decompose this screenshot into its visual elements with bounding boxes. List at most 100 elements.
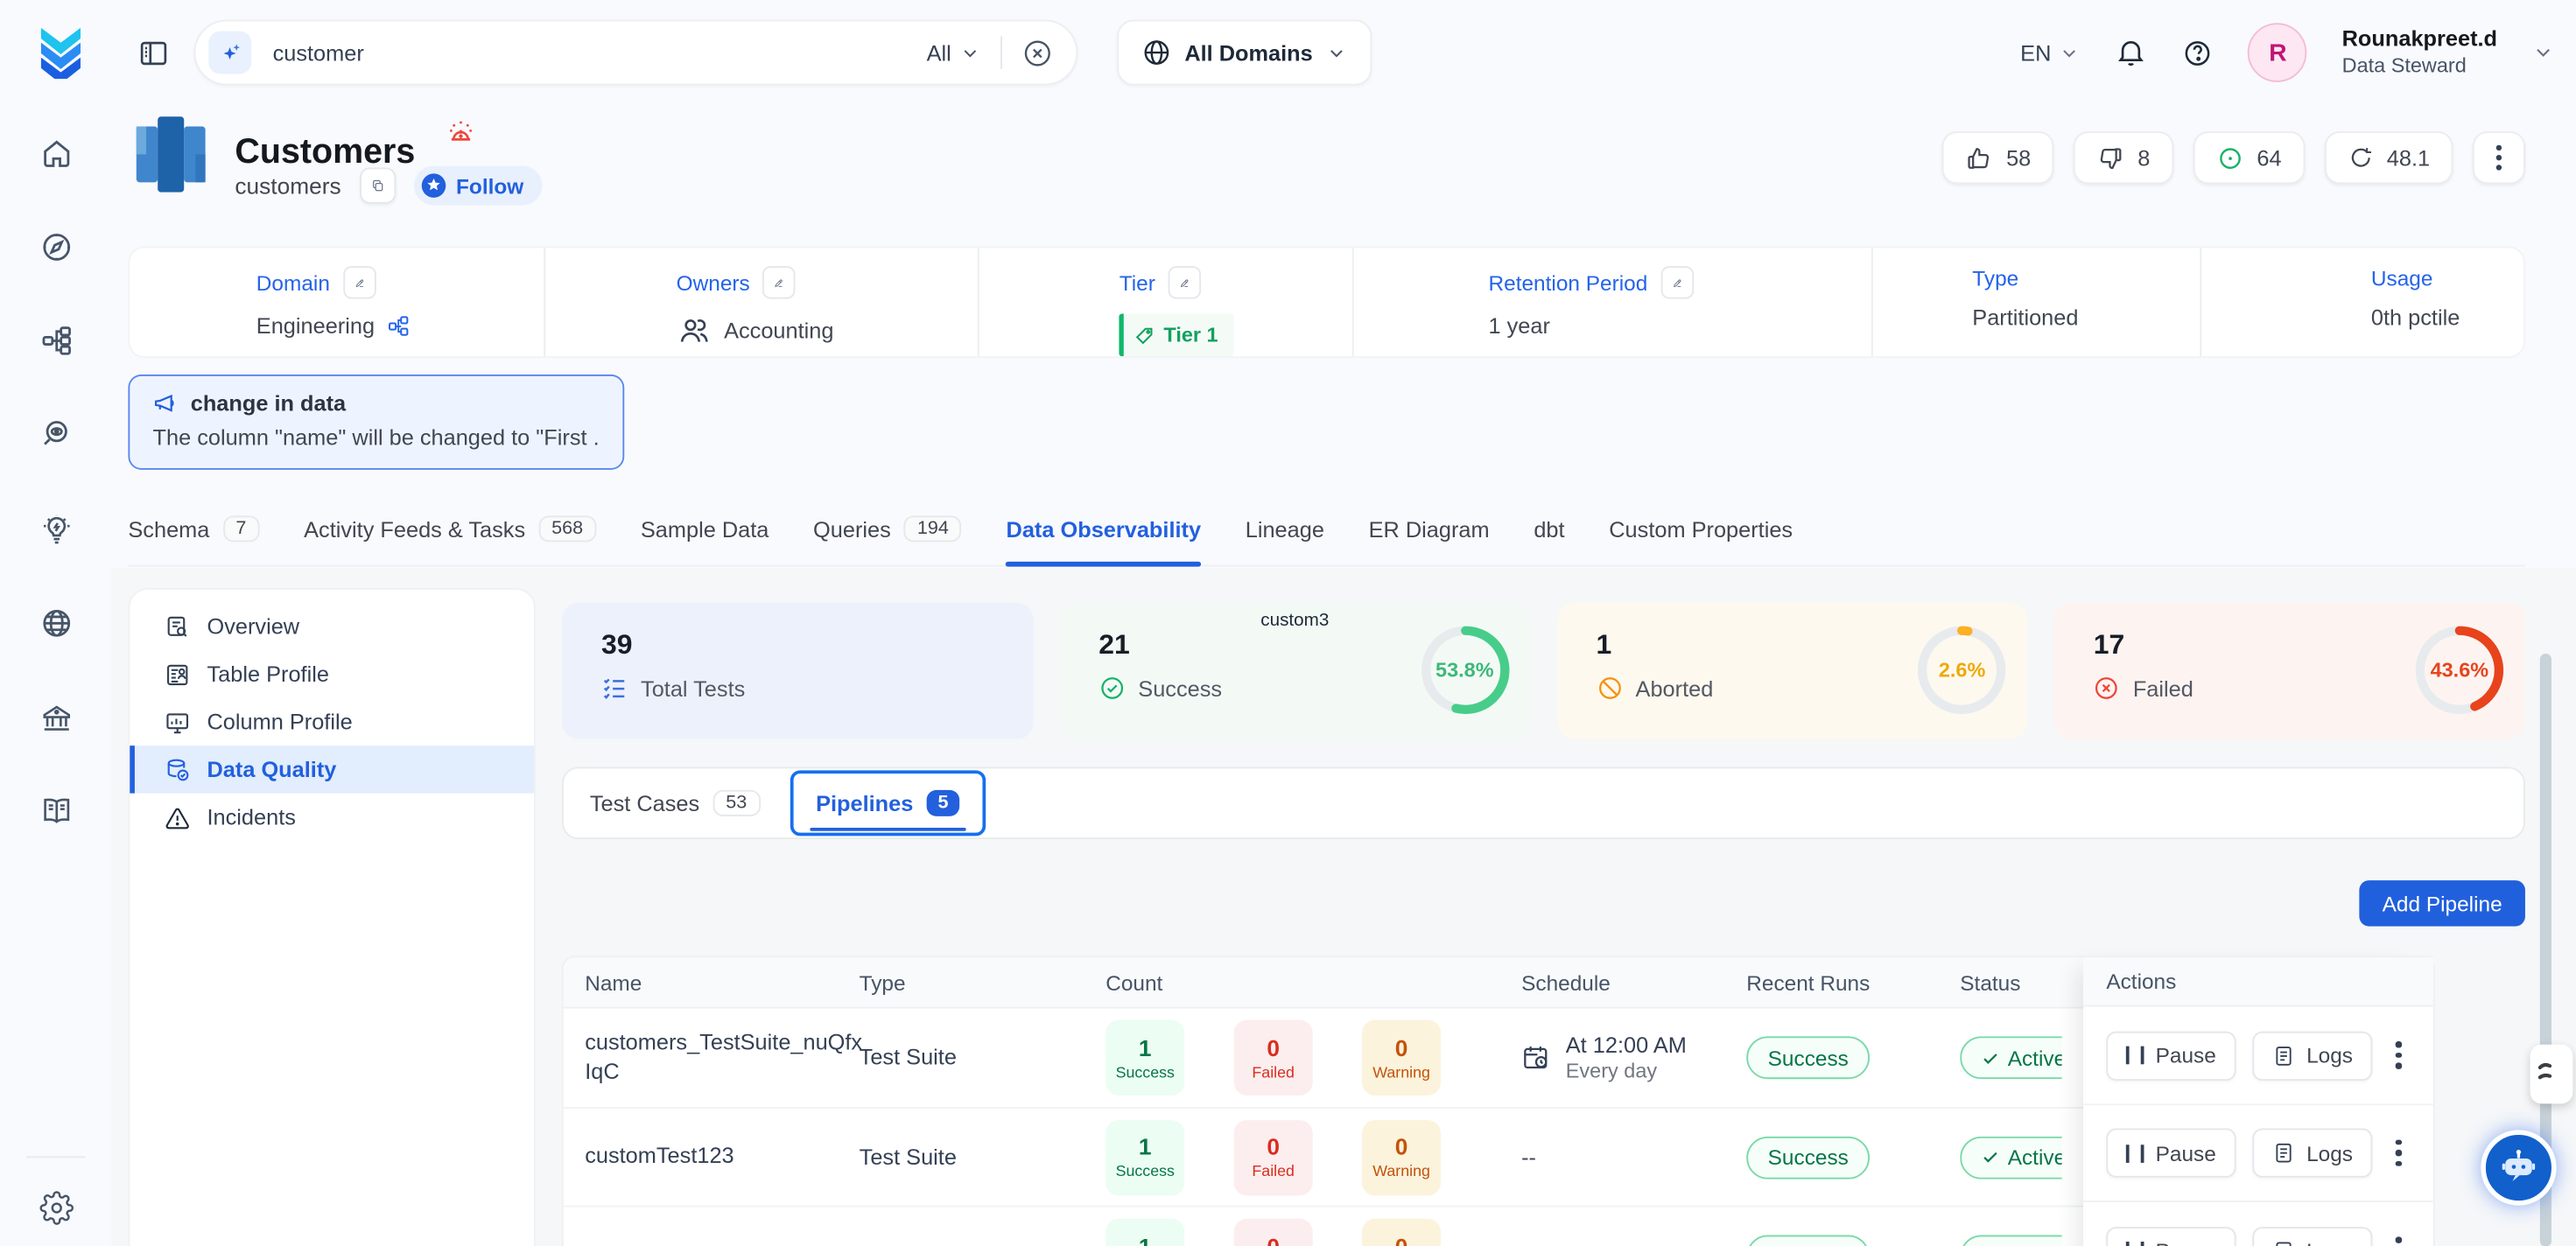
nav-domains[interactable]	[23, 590, 88, 655]
freshness-button[interactable]: 48.1	[2324, 131, 2453, 184]
upvote-button[interactable]: 58	[1942, 131, 2054, 184]
pipeline-name[interactable]: customTest123	[585, 1142, 867, 1172]
gear-icon	[39, 1190, 73, 1224]
pause-button[interactable]: Pause	[2106, 1128, 2236, 1177]
nav-glossary[interactable]	[23, 777, 88, 843]
domain-label: Domain	[256, 270, 330, 295]
tab-custom-properties[interactable]: Custom Properties	[1609, 493, 1793, 565]
thumbs-down-icon	[2096, 144, 2124, 172]
failed-donut: 43.6%	[2413, 624, 2505, 716]
panel-item-column-profile[interactable]: Column Profile	[130, 698, 534, 746]
logs-button[interactable]: Logs	[2252, 1226, 2372, 1246]
edit-retention-icon[interactable]	[1660, 266, 1694, 299]
logs-button[interactable]: Logs	[2252, 1128, 2372, 1177]
kebab-menu-icon	[2495, 144, 2502, 171]
col-header-count: Count	[1081, 970, 1516, 994]
nav-platform[interactable]	[23, 307, 88, 373]
recent-run-badge[interactable]: Success	[1746, 1036, 1870, 1079]
cursor-artifact	[2530, 1045, 2573, 1104]
nav-home[interactable]	[23, 120, 88, 186]
edit-tier-icon[interactable]	[1169, 266, 1202, 299]
openmetadata-logo-icon[interactable]	[33, 23, 89, 79]
domains-dropdown[interactable]: All Domains	[1117, 20, 1372, 86]
count-chips: 1Success 0Failed 0Warning	[1081, 1020, 1516, 1096]
chevron-down-icon[interactable]	[2531, 41, 2554, 64]
announcement-card[interactable]: change in data The column "name" will be…	[128, 374, 624, 470]
tab-er-diagram[interactable]: ER Diagram	[1369, 493, 1490, 565]
pipeline-type: Test Suite	[860, 1144, 957, 1168]
search-input[interactable]: customer	[273, 40, 364, 65]
follow-button[interactable]: Follow	[413, 166, 542, 206]
thumbs-up-icon	[1965, 144, 1993, 172]
actions-column: Actions Pause Logs Pause Logs Pause Logs	[2083, 956, 2433, 1246]
col-header-recent-runs: Recent Runs	[1746, 970, 1960, 994]
card-success: custom3 21 Success 53.8%	[1059, 603, 1530, 739]
rail-divider	[26, 1156, 86, 1158]
sitemap-icon	[39, 323, 73, 357]
top-right-cluster: EN R Rounakpreet.d Data Steward	[2020, 0, 2555, 105]
edit-domain-icon[interactable]	[343, 266, 376, 299]
more-options-button[interactable]	[2473, 131, 2525, 184]
card-aborted: 1 Aborted 2.6%	[1556, 603, 2027, 739]
panel-item-incidents[interactable]: Incidents	[130, 794, 534, 841]
tier-badge[interactable]: Tier 1	[1120, 314, 1235, 357]
nav-settings[interactable]	[23, 1174, 88, 1240]
nav-explore[interactable]	[23, 214, 88, 279]
help-icon[interactable]	[2183, 37, 2215, 68]
compass-icon	[39, 229, 73, 263]
user-info[interactable]: Rounakpreet.d Data Steward	[2342, 26, 2497, 79]
global-search-bar[interactable]: customer All	[193, 20, 1077, 86]
pipeline-name[interactable]: customers_TestSuite_nuQfxIqC	[585, 1028, 867, 1088]
pause-button[interactable]: Pause	[2106, 1226, 2236, 1246]
info-owners: Owners Accounting	[544, 248, 979, 356]
aborted-percent: 2.6%	[1916, 624, 2008, 716]
summary-cards: 39 Total Tests custom3 21 Success	[562, 603, 2525, 739]
recent-run-badge[interactable]: Success	[1746, 1236, 1870, 1246]
pause-icon	[2126, 1144, 2144, 1162]
row-kebab-menu[interactable]	[2389, 1035, 2408, 1075]
pipeline-name[interactable]: Business Tests	[585, 1242, 867, 1246]
x-circle-icon	[2094, 675, 2120, 701]
recent-run-badge[interactable]: Success	[1746, 1136, 1870, 1179]
search-scope-dropdown[interactable]: All	[927, 40, 981, 65]
downvote-button[interactable]: 8	[2074, 131, 2173, 184]
search-clear-icon[interactable]	[1021, 37, 1053, 68]
user-avatar[interactable]: R	[2249, 23, 2308, 82]
notifications-bell-icon[interactable]	[2116, 36, 2149, 69]
quality-score-button[interactable]: 64	[2193, 131, 2305, 184]
nav-insights[interactable]	[23, 496, 88, 562]
panel-item-overview[interactable]: Overview	[130, 603, 534, 650]
row-kebab-menu[interactable]	[2389, 1133, 2408, 1173]
status-badge: Active	[1960, 1136, 2061, 1179]
sidebar-toggle-icon[interactable]	[138, 38, 170, 69]
user-role: Data Steward	[2342, 52, 2497, 79]
chatbot-button[interactable]	[2481, 1130, 2556, 1205]
tab-queries[interactable]: Queries194	[813, 493, 962, 565]
panel-item-table-profile[interactable]: Table Profile	[130, 650, 534, 697]
tab-data-observability[interactable]: Data Observability	[1007, 493, 1202, 565]
doc-search-icon	[165, 613, 191, 640]
domain-value[interactable]: Engineering	[256, 314, 375, 339]
logs-button[interactable]: Logs	[2252, 1031, 2372, 1080]
pause-button[interactable]: Pause	[2106, 1031, 2236, 1080]
language-dropdown[interactable]: EN	[2020, 40, 2081, 65]
tab-sample-data[interactable]: Sample Data	[641, 493, 769, 565]
edit-owners-icon[interactable]	[763, 266, 797, 299]
row-kebab-menu[interactable]	[2389, 1230, 2408, 1246]
nav-observability[interactable]	[23, 401, 88, 466]
nav-govern[interactable]	[23, 685, 88, 751]
subtab-test-cases[interactable]: Test Cases 53	[590, 768, 760, 837]
add-pipeline-button[interactable]: Add Pipeline	[2359, 880, 2525, 927]
tab-dbt[interactable]: dbt	[1534, 493, 1564, 565]
owners-value[interactable]: Accounting	[724, 318, 833, 343]
tab-schema[interactable]: Schema7	[128, 493, 259, 565]
status-badge: Active	[1960, 1036, 2061, 1079]
panel-item-data-quality[interactable]: Data Quality	[130, 746, 534, 793]
subtab-pipelines[interactable]: Pipelines 5	[790, 770, 986, 836]
copy-icon[interactable]	[359, 167, 395, 203]
type-value: Partitioned	[1972, 305, 2078, 330]
tab-lineage[interactable]: Lineage	[1246, 493, 1324, 565]
tab-activity-feeds[interactable]: Activity Feeds & Tasks568	[304, 493, 596, 565]
success-percent: 53.8%	[1419, 624, 1511, 716]
upvote-count: 58	[2006, 145, 2031, 170]
